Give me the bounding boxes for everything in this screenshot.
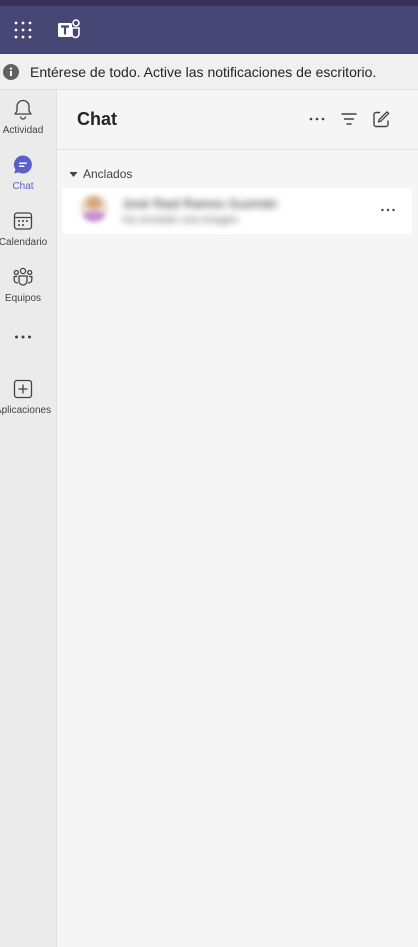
avatar [80,194,108,222]
pinned-section-label: Anclados [83,167,133,181]
rail-label-calendar: Calendario [0,237,48,248]
chat-more-options-icon[interactable] [380,202,396,218]
new-chat-icon[interactable] [371,109,391,129]
page-title: Chat [77,109,117,129]
calendar-icon [13,212,33,230]
chat-list-panel: Chat Anclados José Raúl Ramos Guzmán Ha … [57,90,418,947]
chat-message-preview: Ha enviado una imagen [122,214,239,226]
app-bar [0,6,418,54]
rail-label-teams: Equipos [4,293,42,304]
notification-text[interactable]: Entérese de todo. Active las notificacio… [30,64,376,80]
more-horizontal-icon [15,335,31,339]
rail-item-teams[interactable]: Equipos [0,266,57,318]
people-group-icon [13,267,33,286]
rail-item-calendar[interactable]: Calendario [0,210,57,262]
teams-logo-icon[interactable] [57,19,81,41]
more-options-icon[interactable] [307,109,327,129]
rail-item-activity[interactable]: Actividad [0,98,57,150]
chat-bubble-icon [13,155,32,174]
info-icon [3,64,19,80]
rail-item-more-apps[interactable] [0,326,57,356]
bell-icon [14,99,32,120]
filter-icon[interactable] [339,109,359,129]
app-navigation-rail: Actividad Chat Calendario Equipos Aplica… [0,90,57,947]
add-app-icon [13,379,33,399]
rail-item-apps[interactable]: Aplicaciones [0,378,57,430]
rail-label-chat: Chat [12,181,34,192]
list-item[interactable]: José Raúl Ramos Guzmán Ha enviado una im… [62,188,412,234]
chat-panel-header: Chat [57,90,418,150]
desktop-notification-banner: Entérese de todo. Active las notificacio… [0,54,418,90]
chat-contact-name: José Raúl Ramos Guzmán [122,196,278,211]
rail-label-activity: Actividad [2,125,44,136]
rail-item-chat[interactable]: Chat [0,154,57,206]
rail-label-apps: Aplicaciones [0,405,52,416]
app-launcher-icon[interactable] [13,20,33,40]
caret-down-icon [69,172,78,177]
